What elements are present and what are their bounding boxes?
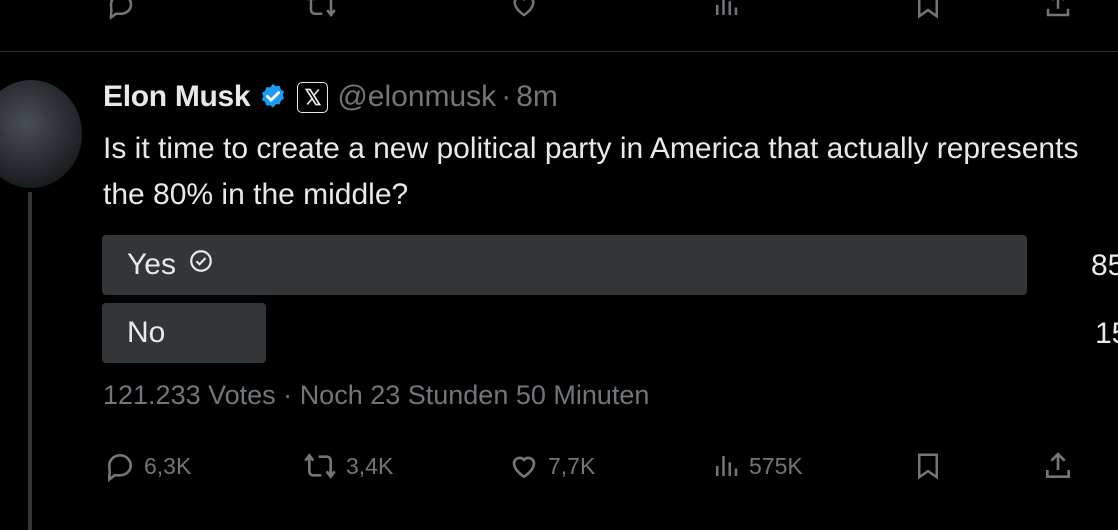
poll-meta: 121.233 Votes · Noch 23 Stunden 50 Minut… (103, 380, 649, 411)
retweet-icon (302, 450, 338, 482)
like-icon[interactable] (507, 0, 541, 20)
x-affiliate-badge-icon[interactable] (297, 81, 329, 113)
views-icon[interactable] (711, 0, 741, 20)
like-count: 7,7K (548, 452, 596, 479)
share-icon[interactable] (1042, 0, 1074, 20)
share-icon (1042, 450, 1074, 482)
poll-option-yes: Yes (102, 235, 1027, 295)
avatar[interactable] (0, 80, 82, 188)
poll-bar-yes (102, 235, 1027, 295)
reply-button[interactable]: 6,3K (104, 448, 191, 484)
poll-option-no: No (102, 303, 266, 363)
reply-count: 6,3K (144, 452, 192, 479)
reply-icon[interactable] (104, 0, 138, 20)
tweet-text: Is it time to create a new political par… (103, 132, 1079, 211)
thread-line (28, 192, 32, 530)
author-handle[interactable]: @elonmusk (337, 80, 496, 114)
bookmark-button[interactable] (913, 448, 943, 484)
views-count: 575K (749, 452, 803, 479)
retweet-count: 3,4K (346, 452, 394, 479)
poll-label-no: No (127, 316, 166, 349)
poll-meta-separator: · (283, 380, 293, 410)
bookmark-icon (913, 450, 943, 482)
like-icon (508, 450, 540, 482)
author-name[interactable]: Elon Musk (103, 80, 251, 114)
poll-percent-yes: 85 (1091, 249, 1118, 282)
previous-tweet-actions (0, 0, 1118, 22)
retweet-button[interactable]: 3,4K (302, 448, 393, 484)
poll-votes: 121.233 Votes (103, 380, 276, 410)
tweet-time[interactable]: 8m (516, 80, 558, 114)
poll-time-left: Noch 23 Stunden 50 Minuten (299, 380, 650, 410)
poll-label-yes: Yes (127, 248, 176, 281)
views-icon (711, 450, 741, 482)
tweet-header: Elon Musk @elonmusk · 8m (103, 78, 558, 116)
bookmark-icon[interactable] (913, 0, 943, 20)
like-button[interactable]: 7,7K (508, 448, 595, 484)
verified-badge-icon (258, 82, 288, 112)
tweet-separator (0, 51, 1118, 52)
views-button[interactable]: 575K (711, 448, 803, 484)
share-button[interactable] (1042, 448, 1074, 484)
check-circle-icon (188, 235, 214, 295)
reply-icon (104, 450, 136, 482)
retweet-icon[interactable] (302, 0, 340, 20)
header-separator: · (501, 80, 512, 113)
poll-percent-no: 15 (1095, 317, 1118, 350)
